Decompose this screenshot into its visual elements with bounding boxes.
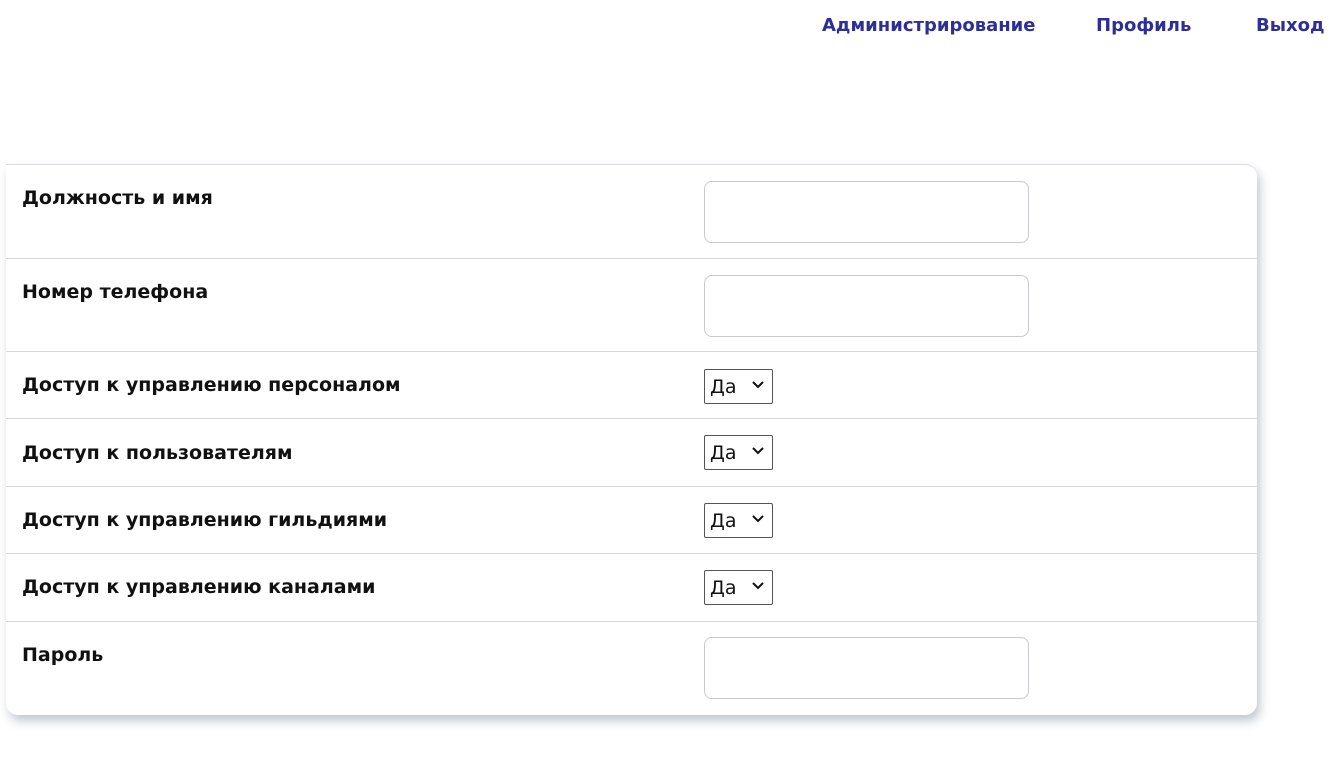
top-navigation: Администрирование Профиль Выход: [0, 14, 1333, 38]
form-row-password: Пароль: [6, 622, 1257, 715]
staff-access-label: Доступ к управлению персоналом: [22, 374, 401, 396]
password-label: Пароль: [22, 644, 104, 666]
nav-link-profile[interactable]: Профиль: [1096, 14, 1191, 38]
form-row-position-name: Должность и имя: [6, 165, 1257, 259]
chevron-down-icon: [752, 381, 764, 389]
users-access-label: Доступ к пользователям: [22, 442, 293, 464]
guilds-access-select[interactable]: Да: [704, 503, 773, 538]
position-name-input[interactable]: [704, 181, 1029, 243]
channels-access-select[interactable]: Да: [704, 570, 773, 605]
form-row-staff-access: Доступ к управлению персоналом Да: [6, 352, 1257, 419]
staff-access-select[interactable]: Да: [704, 369, 773, 404]
password-input[interactable]: [704, 637, 1029, 699]
nav-link-logout[interactable]: Выход: [1256, 14, 1325, 38]
guilds-access-label: Доступ к управлению гильдиями: [22, 509, 388, 531]
phone-label: Номер телефона: [22, 281, 209, 303]
guilds-access-selected-value: Да: [710, 510, 737, 532]
form-row-guilds-access: Доступ к управлению гильдиями Да: [6, 487, 1257, 554]
channels-access-selected-value: Да: [710, 577, 737, 599]
channels-access-label: Доступ к управлению каналами: [22, 576, 376, 598]
position-name-label: Должность и имя: [22, 187, 213, 209]
form-row-channels-access: Доступ к управлению каналами Да: [6, 554, 1257, 622]
users-access-select[interactable]: Да: [704, 435, 773, 470]
users-access-selected-value: Да: [710, 442, 737, 464]
user-settings-form: Должность и имя Номер телефона Доступ к …: [6, 164, 1257, 715]
nav-link-administration[interactable]: Администрирование: [822, 14, 1036, 38]
chevron-down-icon: [752, 515, 764, 523]
form-row-phone: Номер телефона: [6, 259, 1257, 352]
chevron-down-icon: [752, 582, 764, 590]
form-row-users-access: Доступ к пользователям Да: [6, 419, 1257, 487]
phone-input[interactable]: [704, 275, 1029, 337]
chevron-down-icon: [752, 447, 764, 455]
staff-access-selected-value: Да: [710, 376, 737, 398]
